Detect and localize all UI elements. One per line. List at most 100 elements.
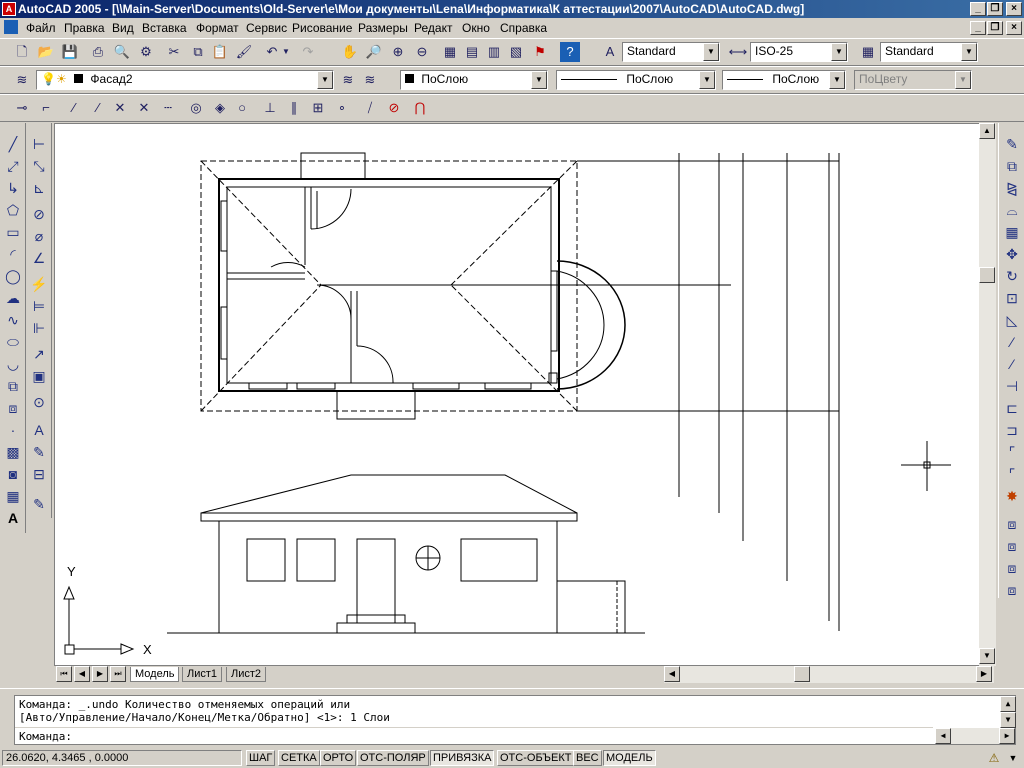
grid-toggle[interactable]: СЕТКА — [278, 750, 320, 766]
radius-dim-icon[interactable]: ⊘ — [28, 203, 50, 225]
snap-extension-icon[interactable]: ┄ — [158, 98, 178, 118]
lineweight-toggle[interactable]: ВЕС — [573, 750, 602, 766]
spline-icon[interactable]: ∿ — [2, 309, 24, 331]
zoom-previous-icon[interactable]: ⊖ — [412, 42, 432, 62]
chevron-down-icon[interactable]: ▼ — [955, 71, 971, 89]
markup-icon[interactable]: ⚑ — [530, 42, 550, 62]
autocad-app-icon[interactable]: A — [2, 2, 16, 16]
tool-palettes-icon[interactable]: ▥ — [484, 42, 504, 62]
snap-node-icon[interactable]: ∘ — [332, 98, 352, 118]
snap-quadrant-icon[interactable]: ◈ — [210, 98, 230, 118]
polar-toggle[interactable]: ОТС-ПОЛЯР — [357, 750, 429, 766]
layer-previous-icon[interactable]: ≋ — [360, 70, 380, 90]
snap-intersection-icon[interactable]: ✕ — [110, 98, 130, 118]
next-tab-icon[interactable]: ▶ — [92, 666, 108, 682]
sheet-set-icon[interactable]: ▧ — [506, 42, 526, 62]
linear-dim-icon[interactable]: ⊢ — [28, 133, 50, 155]
menu-dimension[interactable]: Размеры — [358, 21, 408, 35]
snap-parallel-icon[interactable]: ∥ — [284, 98, 304, 118]
draw-order-back-icon[interactable]: ⧈ — [1001, 535, 1023, 557]
menu-insert[interactable]: Вставка — [142, 21, 187, 35]
plotstyle-select[interactable]: ПоЦвету ▼ — [854, 70, 972, 90]
scroll-thumb[interactable] — [979, 267, 995, 283]
snap-none-icon[interactable]: ⊘ — [384, 98, 404, 118]
ordinate-dim-icon[interactable]: ⊾ — [28, 177, 50, 199]
document-icon[interactable] — [4, 20, 18, 34]
osnap-settings-icon[interactable]: ⋂ — [410, 98, 430, 118]
zoom-realtime-icon[interactable]: 🔎 — [364, 42, 384, 62]
chevron-down-icon[interactable]: ▼ — [703, 43, 719, 61]
lineweight-select[interactable]: ПоСлою ▼ — [722, 70, 846, 90]
quick-leader-icon[interactable]: ↗ — [28, 343, 50, 365]
preview-icon[interactable]: 🔍 — [112, 42, 132, 62]
snap-nearest-icon[interactable]: ⧸ — [360, 98, 380, 118]
cut-icon[interactable]: ✂ — [164, 42, 184, 62]
ellipse-icon[interactable]: ⬭ — [2, 331, 24, 353]
table-style-select[interactable]: Standard ▼ — [880, 42, 978, 62]
otrack-toggle[interactable]: ОТС-ОБЪЕКТ — [497, 750, 575, 766]
undo-icon[interactable]: ↶ — [262, 42, 282, 62]
angular-dim-icon[interactable]: ∠ — [28, 247, 50, 269]
table-icon[interactable]: ▦ — [2, 485, 24, 507]
color-select[interactable]: ПоСлою ▼ — [400, 70, 548, 90]
publish-icon[interactable]: ⚙ — [136, 42, 156, 62]
polygon-icon[interactable]: ⬠ — [2, 199, 24, 221]
tab-model[interactable]: Модель — [130, 667, 180, 682]
dimtedit-icon[interactable]: ✎ — [28, 441, 50, 463]
chevron-down-icon[interactable]: ▼ — [829, 71, 845, 89]
snap-apparent-icon[interactable]: ✕ — [134, 98, 154, 118]
menu-view[interactable]: Вид — [112, 21, 134, 35]
snap-perpendicular-icon[interactable]: ⊥ — [260, 98, 280, 118]
menu-help[interactable]: Справка — [500, 21, 547, 35]
fillet-icon[interactable]: ⌜ — [1001, 463, 1023, 485]
dimedit-icon[interactable]: A — [28, 419, 50, 441]
prev-tab-icon[interactable]: ◀ — [74, 666, 90, 682]
layer-select[interactable]: 💡☀ Фасад2 ▼ — [36, 70, 334, 90]
trim-icon[interactable]: ⁄ — [1001, 331, 1023, 353]
open-icon[interactable]: 📂 — [36, 42, 56, 62]
doc-minimize-icon[interactable]: _ — [970, 21, 986, 35]
chevron-down-icon[interactable]: ▼ — [961, 43, 977, 61]
new-icon[interactable]: 🗋 — [12, 42, 32, 62]
linetype-select[interactable]: ПоСлою ▼ — [556, 70, 716, 90]
vertical-scrollbar[interactable]: ▲ ▼ — [979, 123, 996, 666]
zoom-window-icon[interactable]: ⊕ — [388, 42, 408, 62]
tolerance-icon[interactable]: ▣ — [28, 365, 50, 387]
chevron-down-icon[interactable]: ▼ — [699, 71, 715, 89]
rotate-icon[interactable]: ↻ — [1001, 265, 1023, 287]
command-window[interactable]: Команда: _.undo Количество отменяемых оп… — [14, 695, 1016, 745]
cmd-hscroll[interactable]: ◀ ▶ — [935, 728, 1015, 744]
diameter-dim-icon[interactable]: ⌀ — [28, 225, 50, 247]
coordinates-readout[interactable]: 26.0620, 4.3465 , 0.0000 — [2, 750, 242, 766]
snap-from-icon[interactable]: ⌐ — [36, 98, 56, 118]
cmd-scroll-down-icon[interactable]: ▼ — [1000, 712, 1016, 728]
match-properties-icon[interactable]: 🖌 — [234, 42, 254, 62]
snap-insert-icon[interactable]: ⊞ — [308, 98, 328, 118]
properties-icon[interactable]: ▦ — [440, 42, 460, 62]
design-center-icon[interactable]: ▤ — [462, 42, 482, 62]
snap-endpoint-icon[interactable]: ⁄ — [64, 98, 84, 118]
scroll-left-icon[interactable]: ◀ — [664, 666, 680, 682]
quick-dim-icon[interactable]: ⚡ — [28, 273, 50, 295]
scroll-right-icon[interactable]: ▶ — [976, 666, 992, 682]
layer-manager-icon[interactable]: ≋ — [12, 70, 32, 90]
copy-icon[interactable]: ⧉ — [188, 42, 208, 62]
tab-layout2[interactable]: Лист2 — [226, 667, 267, 682]
scroll-down-icon[interactable]: ▼ — [979, 648, 995, 664]
point-icon[interactable]: · — [2, 419, 24, 441]
move-icon[interactable]: ✥ — [1001, 243, 1023, 265]
menu-draw[interactable]: Рисование — [292, 21, 352, 35]
undo-dropdown-icon[interactable]: ▼ — [280, 42, 292, 62]
menu-tools[interactable]: Сервис — [246, 21, 287, 35]
center-mark-icon[interactable]: ⊙ — [28, 391, 50, 413]
continue-dim-icon[interactable]: ⊩ — [28, 317, 50, 339]
circle-icon[interactable]: ◯ — [2, 265, 24, 287]
insert-block-icon[interactable]: ⧉ — [2, 375, 24, 397]
pan-icon[interactable]: ✋ — [340, 42, 360, 62]
text-style-icon[interactable]: A — [600, 42, 620, 62]
arc-icon[interactable]: ◜ — [2, 243, 24, 265]
tab-layout1[interactable]: Лист1 — [182, 667, 223, 682]
polyline-icon[interactable]: ↳ — [2, 177, 24, 199]
menu-format[interactable]: Формат — [196, 21, 239, 35]
array-icon[interactable]: ▦ — [1001, 221, 1023, 243]
